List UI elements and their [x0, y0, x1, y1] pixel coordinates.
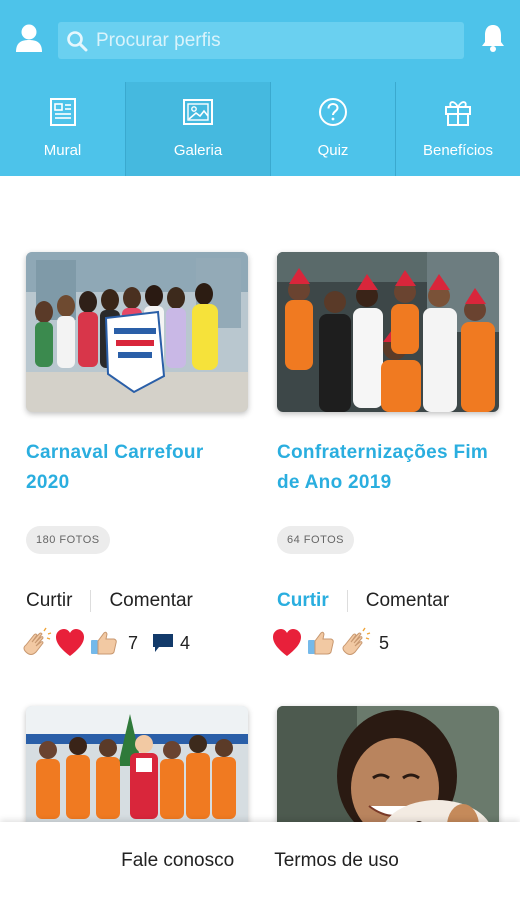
- comment-count: 4: [180, 632, 191, 653]
- reaction-count: 7: [128, 632, 139, 653]
- search-bar[interactable]: [58, 22, 464, 59]
- tab-label: Mural: [43, 142, 82, 159]
- album-card: [26, 706, 248, 822]
- image-icon: [183, 99, 213, 125]
- gallery-grid: Carnaval Carrefour 2020 180 FOTOS Curtir…: [0, 176, 520, 822]
- album-cover[interactable]: [26, 252, 248, 412]
- main-tabs: Mural Galeria Quiz Benefícios: [0, 82, 520, 176]
- photo-count-badge: 64 FOTOS: [277, 526, 354, 554]
- album-title-line: Carnaval Carrefour: [26, 442, 204, 463]
- clap-icon: [23, 627, 52, 655]
- album-title-line: Confraternizações Fim: [277, 442, 489, 463]
- album-cover[interactable]: [26, 706, 248, 822]
- album-actions: Curtir Comentar: [26, 586, 193, 616]
- tab-label: Benefícios: [422, 142, 494, 159]
- top-bar: [0, 0, 520, 82]
- action-divider: [346, 590, 348, 612]
- reaction-count: 5: [379, 632, 390, 653]
- reactions-row[interactable]: 7 4: [20, 626, 204, 660]
- app-root: Mural Galeria Quiz: [0, 0, 520, 900]
- user-icon: [16, 24, 42, 52]
- album-cover[interactable]: [277, 252, 499, 412]
- clap-icon: [342, 627, 371, 655]
- newspaper-icon: [49, 98, 76, 126]
- tab-label: Quiz: [317, 142, 349, 159]
- search-input[interactable]: [96, 29, 464, 52]
- album-actions: Curtir Comentar: [277, 586, 449, 616]
- search-icon: [67, 30, 88, 51]
- comment-button[interactable]: Comentar: [366, 590, 449, 612]
- album-title-line: 2020: [26, 472, 70, 493]
- thumbs-up-icon: [91, 631, 117, 655]
- group-photo-image: [277, 252, 499, 412]
- contact-link[interactable]: Fale conosco: [121, 850, 234, 872]
- notifications-button[interactable]: [478, 22, 508, 54]
- comment-button[interactable]: Comentar: [109, 590, 192, 612]
- album-card: Confraternizações Fim de Ano 2019 64 FOT…: [273, 176, 499, 696]
- tab-label: Galeria: [173, 142, 223, 159]
- group-photo-image: [26, 252, 248, 412]
- album-title[interactable]: Carnaval Carrefour 2020: [26, 438, 266, 498]
- album-title[interactable]: Confraternizações Fim de Ano 2019: [277, 438, 517, 498]
- comment-icon: [153, 634, 174, 652]
- profile-button[interactable]: [14, 22, 44, 54]
- action-divider: [90, 590, 92, 612]
- heart-icon: [56, 629, 84, 656]
- gift-icon: [445, 101, 471, 126]
- like-button[interactable]: Curtir: [277, 590, 329, 612]
- footer: Fale conosco Termos de uso: [0, 822, 520, 900]
- tab-galeria[interactable]: Galeria: [126, 82, 270, 176]
- tab-mural[interactable]: Mural: [0, 82, 125, 176]
- album-cover[interactable]: [277, 706, 499, 822]
- group-photo-image: [26, 706, 248, 822]
- album-title-line: de Ano 2019: [277, 472, 392, 493]
- heart-icon: [273, 629, 301, 656]
- woman-with-dog-image: [277, 706, 499, 822]
- header: Mural Galeria Quiz: [0, 0, 520, 176]
- album-card: [277, 706, 499, 822]
- question-icon: [319, 98, 347, 126]
- thumbs-up-icon: [308, 631, 334, 655]
- terms-link[interactable]: Termos de uso: [274, 850, 399, 872]
- tab-quiz[interactable]: Quiz: [271, 82, 395, 176]
- album-card: Carnaval Carrefour 2020 180 FOTOS Curtir…: [23, 176, 248, 696]
- reactions-row[interactable]: 5: [271, 626, 403, 660]
- tab-beneficios[interactable]: Benefícios: [396, 82, 520, 176]
- photo-count-badge: 180 FOTOS: [26, 526, 110, 554]
- bell-icon: [482, 25, 504, 52]
- like-button[interactable]: Curtir: [26, 590, 72, 612]
